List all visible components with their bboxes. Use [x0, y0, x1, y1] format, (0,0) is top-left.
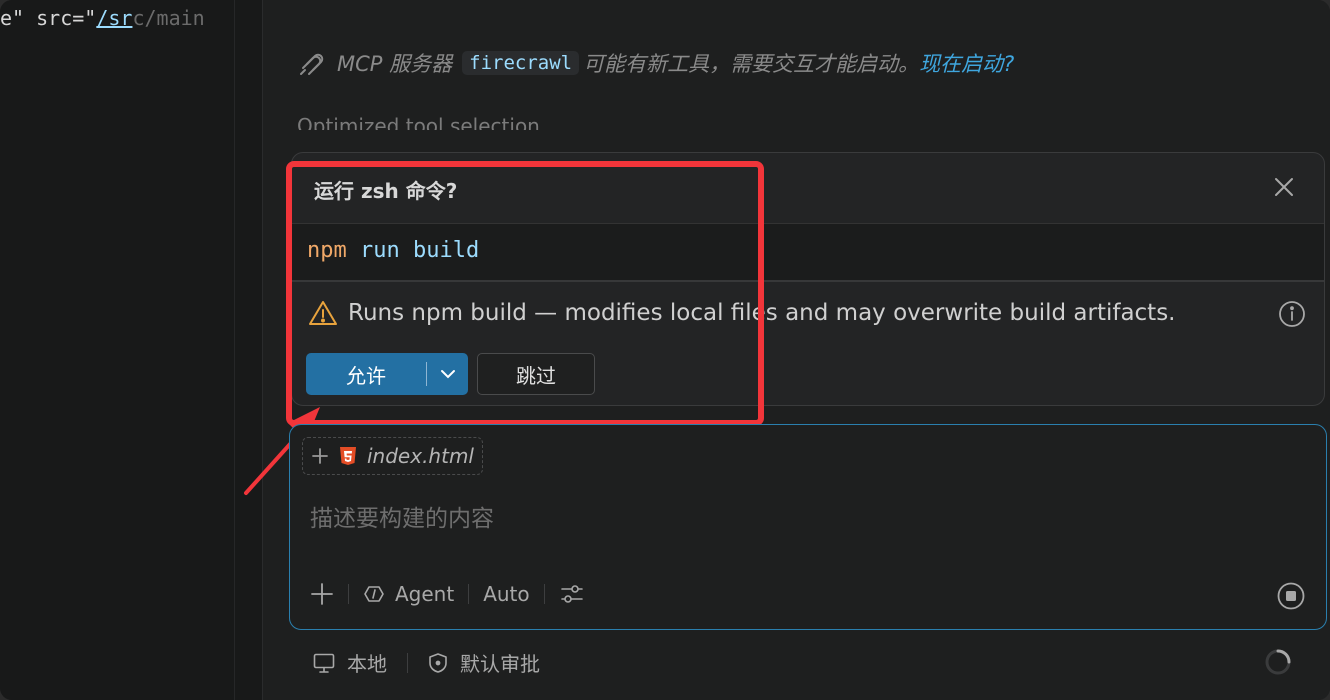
- info-icon: [1279, 301, 1305, 327]
- warning-row: Runs npm build — modifies local files an…: [308, 299, 1176, 327]
- agent-mode-selector[interactable]: Agent: [363, 582, 454, 606]
- context-file-name: index.html: [367, 444, 474, 468]
- stop-button[interactable]: [1276, 581, 1306, 611]
- skip-button[interactable]: 跳过: [477, 353, 595, 395]
- toolbar-divider: [543, 584, 545, 604]
- shield-icon: [429, 652, 447, 673]
- command-text: npm run build: [307, 238, 479, 263]
- toolbar-divider: [468, 584, 470, 604]
- model-label: Auto: [483, 582, 530, 606]
- code-token-attr: e" src=": [0, 6, 97, 30]
- approval-mode-button[interactable]: 默认审批: [428, 648, 540, 677]
- agent-mode-label: Agent: [395, 582, 455, 606]
- command-token: build: [413, 238, 480, 263]
- run-command-card: 运行 zsh 命令? npm run build Runs npm build …: [291, 152, 1325, 406]
- faded-status-text: Optimized tool selection: [297, 114, 540, 130]
- command-token: run: [360, 238, 400, 263]
- chevron-down-icon: [440, 370, 455, 379]
- code-token-string: /sr: [96, 6, 133, 30]
- close-icon: [1275, 178, 1293, 196]
- mcp-notice-prefix: MCP 服务器: [337, 52, 453, 76]
- app-window: e" src="/src/main MCP 服务器 firecrawl 可能有新…: [0, 0, 1330, 700]
- html5-icon: [340, 447, 356, 465]
- prompt-input[interactable]: [308, 505, 1292, 533]
- plus-icon: [312, 448, 328, 464]
- settings-sliders-icon[interactable]: [559, 581, 585, 607]
- footer-divider: [407, 652, 408, 673]
- add-attachment-button[interactable]: [310, 582, 334, 606]
- info-button[interactable]: [1278, 300, 1306, 328]
- local-label: 本地: [347, 652, 387, 676]
- monitor-icon: [313, 653, 335, 673]
- warning-text: Runs npm build — modifies local files an…: [348, 300, 1176, 326]
- mcp-server-name: firecrawl: [462, 51, 580, 75]
- code-line: e" src="/src/main: [0, 6, 234, 30]
- indent-guide: [234, 0, 235, 700]
- plug-icon: [300, 53, 324, 75]
- context-file-chip[interactable]: index.html: [302, 437, 483, 475]
- command-actions: 允许 跳过: [306, 353, 595, 395]
- close-button[interactable]: [1270, 173, 1298, 201]
- allow-options-dropdown[interactable]: [427, 368, 468, 380]
- code-editor[interactable]: e" src="/src/main: [0, 0, 263, 700]
- local-environment-button[interactable]: 本地: [313, 648, 387, 677]
- model-selector[interactable]: Auto: [483, 582, 529, 606]
- allow-button[interactable]: 允许: [306, 353, 468, 395]
- mcp-notice-message: 可能有新工具，需要交互才能启动。: [583, 52, 920, 76]
- command-token: npm: [307, 238, 347, 263]
- toolbar-divider: [348, 584, 349, 604]
- chat-composer: index.html Agent Auto: [289, 424, 1327, 630]
- code-mode-icon: [364, 586, 384, 602]
- mcp-notice: MCP 服务器 firecrawl 可能有新工具，需要交互才能启动。 现在启动?: [297, 48, 1014, 78]
- loading-spinner-icon: [1265, 649, 1291, 675]
- approval-label: 默认审批: [460, 652, 540, 676]
- allow-label: 允许: [346, 363, 386, 388]
- composer-toolbar: Agent Auto: [310, 581, 585, 607]
- run-command-title: 运行 zsh 命令?: [314, 179, 458, 203]
- start-now-link[interactable]: 现在启动?: [919, 48, 1014, 78]
- command-preview: npm run build: [292, 223, 1324, 282]
- status-footer: 本地 默认审批: [313, 648, 540, 677]
- code-token-dim: c/main: [132, 6, 205, 30]
- warning-icon: [309, 301, 337, 325]
